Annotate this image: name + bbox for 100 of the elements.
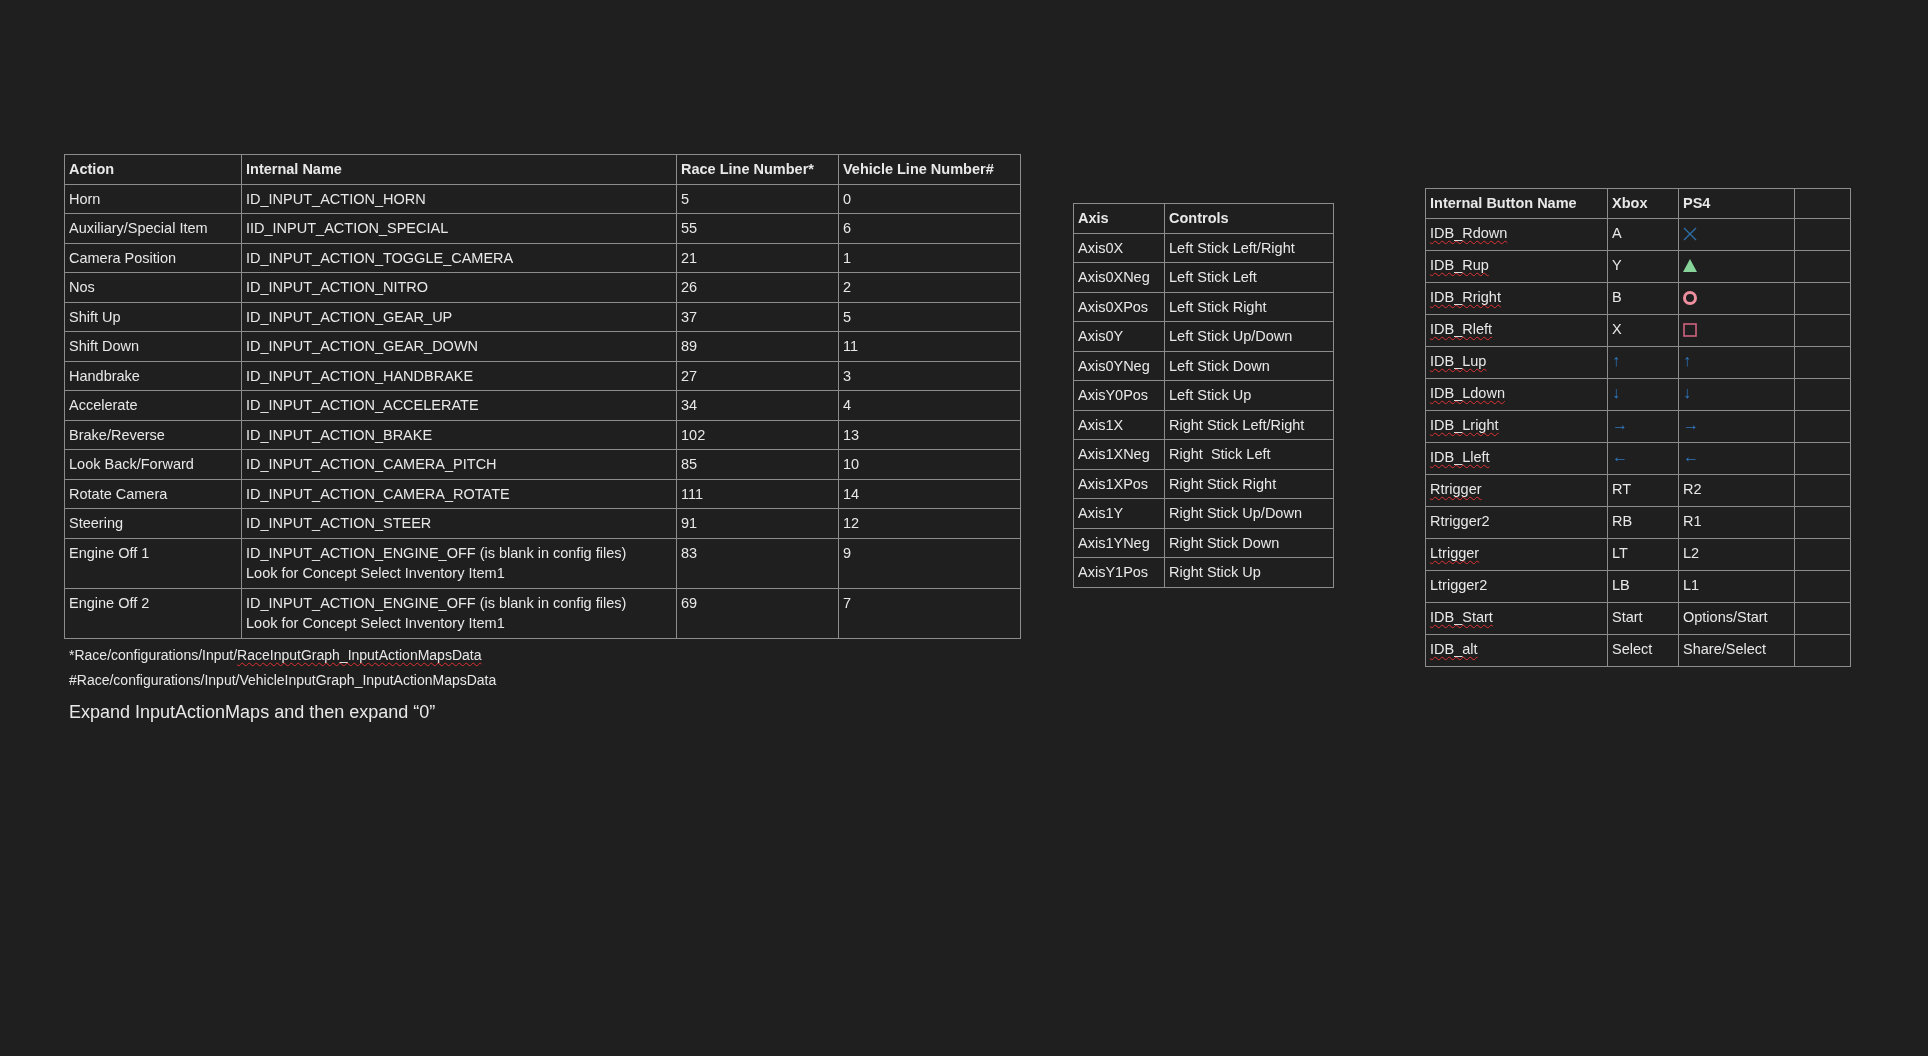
table-cell: Axis0Y	[1073, 321, 1165, 351]
table-cell: 69	[676, 588, 839, 638]
table-cell: 14	[838, 479, 1021, 509]
table-cell-text: IDB_Lleft	[1430, 447, 1490, 467]
arrow-glyph: ↓	[1612, 383, 1620, 401]
table-cell-text: IDB_alt	[1430, 639, 1478, 659]
table-cell: Rotate Camera	[64, 479, 242, 509]
table-cell: Auxiliary/Special Item	[64, 213, 242, 243]
table-cell: Axis1YNeg	[1073, 528, 1165, 558]
table-cell: A	[1607, 218, 1679, 250]
table-cell: Brake/Reverse	[64, 420, 242, 450]
table-cell: Axis1XPos	[1073, 469, 1165, 499]
table-cell-text: IDB_Rright	[1430, 287, 1501, 307]
table-cell: 11	[838, 331, 1021, 361]
arrow-glyph: ↑	[1612, 351, 1620, 369]
table-cell-text: Ltrigger	[1430, 543, 1480, 563]
column-header: Controls	[1164, 203, 1334, 233]
table-cell: 102	[676, 420, 839, 450]
table-cell: ID_INPUT_ACTION_NITRO	[241, 272, 677, 302]
column-header: Xbox	[1607, 188, 1679, 218]
table-cell: ID_INPUT_ACTION_HORN	[241, 184, 677, 214]
instruction-text: Expand InputActionMaps and then expand “0”	[69, 701, 437, 723]
table-cell-text: IDB_Lright	[1430, 415, 1499, 435]
table-cell: Right Stick Left	[1164, 439, 1334, 469]
table-cell-text: IDB_Ldown	[1430, 383, 1505, 403]
table-cell: RT	[1607, 474, 1679, 506]
table-cell: LT	[1607, 538, 1679, 570]
column-header: Race Line Number*	[676, 154, 839, 184]
table-cell: ID_INPUT_ACTION_GEAR_DOWN	[241, 331, 677, 361]
column-header: PS4	[1678, 188, 1795, 218]
table-cell: 55	[676, 213, 839, 243]
table-cell: ID_INPUT_ACTION_CAMERA_PITCH	[241, 449, 677, 479]
table-cell: Options/Start	[1678, 602, 1795, 634]
table-cell: Nos	[64, 272, 242, 302]
table-cell: 10	[838, 449, 1021, 479]
footnote: *Race/configurations/Input/RaceInputGraph_InputActionMapsData	[69, 645, 483, 665]
arrow-glyph: →	[1683, 415, 1699, 433]
column-header: Axis	[1073, 203, 1165, 233]
table-cell: Y	[1607, 250, 1679, 282]
table-cell: Axis0XNeg	[1073, 262, 1165, 292]
table-cell: Look Back/Forward	[64, 449, 242, 479]
table-cell-text: IDB_Start	[1430, 607, 1493, 627]
table-cell: 3	[838, 361, 1021, 391]
table-cell: 34	[676, 390, 839, 420]
table-cell: Select	[1607, 634, 1679, 666]
table-cell: ID_INPUT_ACTION_HANDBRAKE	[241, 361, 677, 391]
table-cell: 5	[838, 302, 1021, 332]
table-cell: Right Stick Right	[1164, 469, 1334, 499]
table-cell: R2	[1678, 474, 1795, 506]
table-cell: Left Stick Down	[1164, 351, 1334, 381]
table-cell: Axis0X	[1073, 233, 1165, 263]
table-cell: Shift Up	[64, 302, 242, 332]
table-cell: 21	[676, 243, 839, 273]
table-cell-text: IDB_Rup	[1430, 255, 1489, 275]
table-cell: Engine Off 2	[64, 588, 242, 638]
cross-icon	[1683, 226, 1697, 241]
table-cell: 12	[838, 508, 1021, 538]
table-cell: 2	[838, 272, 1021, 302]
triangle-icon	[1683, 259, 1697, 273]
table-cell: X	[1607, 314, 1679, 346]
arrow-glyph: →	[1612, 415, 1628, 433]
table-cell: B	[1607, 282, 1679, 314]
table-cell: 1	[838, 243, 1021, 273]
table-cell: Engine Off 1	[64, 538, 242, 588]
table-cell: Start	[1607, 602, 1679, 634]
table-cell: Handbrake	[64, 361, 242, 391]
table-cell: Axis1XNeg	[1073, 439, 1165, 469]
table-cell: 91	[676, 508, 839, 538]
column-header: Vehicle Line Number#	[838, 154, 1021, 184]
table-cell: 13	[838, 420, 1021, 450]
table-cell: 27	[676, 361, 839, 391]
table-cell: ID_INPUT_ACTION_ENGINE_OFF (is blank in config files) Look for Concept Select Inventory Item1	[241, 588, 677, 638]
arrow-glyph: ↑	[1683, 351, 1691, 369]
table-cell: LB	[1607, 570, 1679, 602]
table-cell: ID_INPUT_ACTION_STEER	[241, 508, 677, 538]
table-cell: Camera Position	[64, 243, 242, 273]
square-icon	[1683, 322, 1697, 337]
table-cell: ID_INPUT_ACTION_ENGINE_OFF (is blank in config files) Look for Concept Select Inventory Item1	[241, 538, 677, 588]
table-cell: Right Stick Up/Down	[1164, 498, 1334, 528]
table-cell: ID_INPUT_ACTION_CAMERA_ROTATE	[241, 479, 677, 509]
table-cell: 111	[676, 479, 839, 509]
table-cell-text: IDB_Rleft	[1430, 319, 1493, 339]
circle-icon	[1683, 290, 1697, 305]
table-cell: Left Stick Left/Right	[1164, 233, 1334, 263]
table-cell-text: Rtrigger	[1430, 479, 1482, 499]
table-cell: ID_INPUT_ACTION_ACCELERATE	[241, 390, 677, 420]
table-cell: Share/Select	[1678, 634, 1795, 666]
footnote: #Race/configurations/Input/VehicleInputGraph_InputActionMapsData	[69, 670, 498, 690]
table-cell: AxisY1Pos	[1073, 557, 1165, 587]
table-cell: Axis0XPos	[1073, 292, 1165, 322]
table-cell: AxisY0Pos	[1073, 380, 1165, 410]
table-cell: 26	[676, 272, 839, 302]
table-cell: 89	[676, 331, 839, 361]
table-cell: Axis0YNeg	[1073, 351, 1165, 381]
table-cell-text: Ltrigger2	[1430, 575, 1488, 595]
table-cell: Left Stick Left	[1164, 262, 1334, 292]
table-cell: Axis1X	[1073, 410, 1165, 440]
table-cell: Left Stick Right	[1164, 292, 1334, 322]
table-cell: 7	[838, 588, 1021, 638]
table-cell: Steering	[64, 508, 242, 538]
